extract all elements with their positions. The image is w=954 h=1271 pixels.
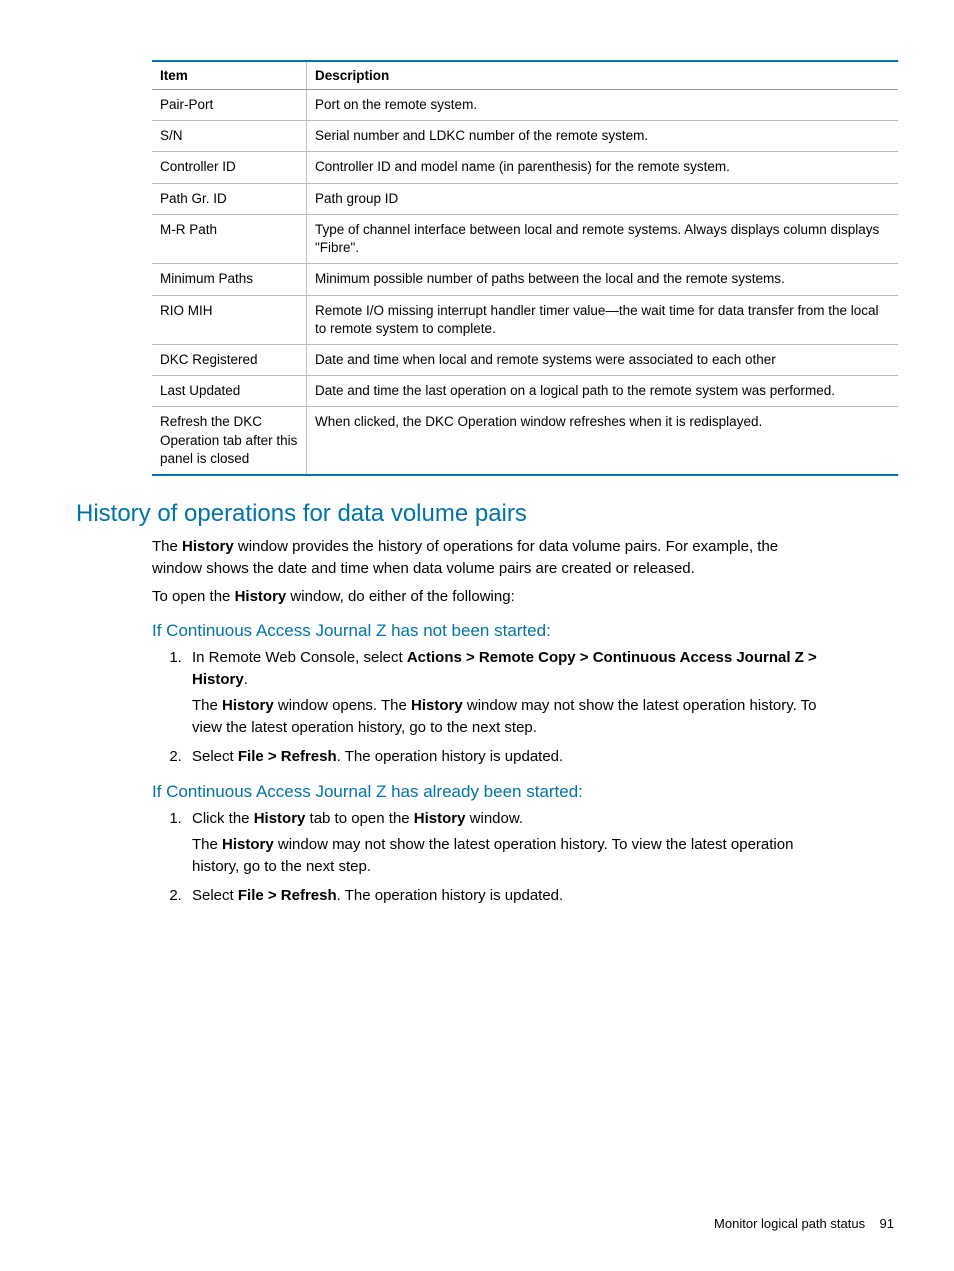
table-row: Controller IDController ID and model nam… [152, 152, 898, 183]
cell-item: RIO MIH [152, 295, 307, 344]
sub-heading: If Continuous Access Journal Z has not b… [152, 621, 898, 641]
table-row: Last UpdatedDate and time the last opera… [152, 376, 898, 407]
steps-list: Click the History tab to open the Histor… [152, 808, 842, 907]
cell-desc: Minimum possible number of paths between… [307, 264, 899, 295]
cell-item: M-R Path [152, 214, 307, 263]
table-row: Path Gr. IDPath group ID [152, 183, 898, 214]
cell-item: S/N [152, 121, 307, 152]
list-item: Select File > Refresh. The operation his… [186, 746, 842, 768]
paragraph: To open the History window, do either of… [152, 586, 802, 608]
cell-item: Refresh the DKC Operation tab after this… [152, 407, 307, 475]
list-item: Select File > Refresh. The operation his… [186, 885, 842, 907]
table-body: Pair-PortPort on the remote system. S/NS… [152, 90, 898, 476]
cell-desc: Type of channel interface between local … [307, 214, 899, 263]
cell-item: DKC Registered [152, 344, 307, 375]
table-row: Minimum PathsMinimum possible number of … [152, 264, 898, 295]
cell-item: Last Updated [152, 376, 307, 407]
list-item: Click the History tab to open the Histor… [186, 808, 842, 877]
cell-item: Path Gr. ID [152, 183, 307, 214]
list-item-paragraph: The History window opens. The History wi… [192, 695, 842, 739]
page-number: 91 [880, 1216, 894, 1231]
table-row: RIO MIHRemote I/O missing interrupt hand… [152, 295, 898, 344]
sub-heading: If Continuous Access Journal Z has alrea… [152, 782, 898, 802]
cell-desc: Date and time the last operation on a lo… [307, 376, 899, 407]
cell-desc: Controller ID and model name (in parenth… [307, 152, 899, 183]
table-row: Pair-PortPort on the remote system. [152, 90, 898, 121]
item-description-table: Item Description Pair-PortPort on the re… [152, 60, 898, 476]
col-header-description: Description [307, 61, 899, 90]
footer-section-title: Monitor logical path status [714, 1216, 865, 1231]
section-heading: History of operations for data volume pa… [76, 500, 898, 528]
cell-desc: Port on the remote system. [307, 90, 899, 121]
table-row: DKC RegisteredDate and time when local a… [152, 344, 898, 375]
cell-desc: Date and time when local and remote syst… [307, 344, 899, 375]
document-page: Item Description Pair-PortPort on the re… [0, 0, 954, 953]
table-row: S/NSerial number and LDKC number of the … [152, 121, 898, 152]
list-item: In Remote Web Console, select Actions > … [186, 647, 842, 738]
cell-item: Controller ID [152, 152, 307, 183]
page-footer: Monitor logical path status 91 [714, 1216, 894, 1231]
cell-desc: Path group ID [307, 183, 899, 214]
table-row: M-R PathType of channel interface betwee… [152, 214, 898, 263]
cell-desc: When clicked, the DKC Operation window r… [307, 407, 899, 475]
cell-desc: Serial number and LDKC number of the rem… [307, 121, 899, 152]
cell-item: Minimum Paths [152, 264, 307, 295]
col-header-item: Item [152, 61, 307, 90]
cell-desc: Remote I/O missing interrupt handler tim… [307, 295, 899, 344]
table-row: Refresh the DKC Operation tab after this… [152, 407, 898, 475]
steps-list: In Remote Web Console, select Actions > … [152, 647, 842, 768]
paragraph: The History window provides the history … [152, 536, 802, 580]
list-item-paragraph: The History window may not show the late… [192, 834, 842, 878]
cell-item: Pair-Port [152, 90, 307, 121]
